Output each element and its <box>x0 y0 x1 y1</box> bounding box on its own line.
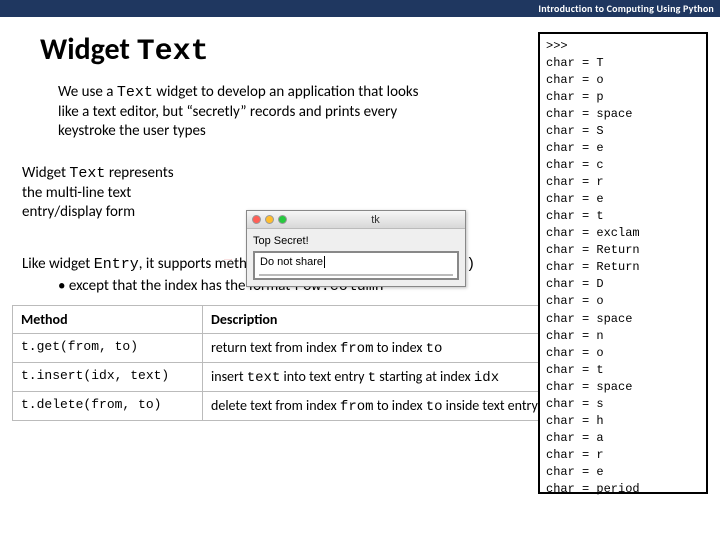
console-output: >>> char = T char = o char = p char = sp… <box>538 32 708 494</box>
tk-body: Top Secret! Do not share <box>247 229 465 286</box>
tk-title: tk <box>291 214 460 226</box>
col-method: Method <box>13 305 203 333</box>
title-prefix: Widget <box>40 31 137 68</box>
course-header: Introduction to Computing Using Python <box>0 0 720 17</box>
minimize-icon[interactable] <box>265 215 274 224</box>
caret-icon <box>324 256 328 268</box>
title-code: Text <box>137 35 209 69</box>
tk-window: tk Top Secret! Do not share <box>246 210 466 287</box>
intro-paragraph: We use a Text widget to develop an appli… <box>58 83 438 140</box>
tk-label: Top Secret! <box>253 235 459 247</box>
tk-titlebar: tk <box>247 211 465 229</box>
close-icon[interactable] <box>252 215 261 224</box>
zoom-icon[interactable] <box>278 215 287 224</box>
widget-desc-paragraph: Widget Text represents the multi-line te… <box>22 164 182 223</box>
tk-text-widget[interactable]: Do not share <box>253 251 459 280</box>
